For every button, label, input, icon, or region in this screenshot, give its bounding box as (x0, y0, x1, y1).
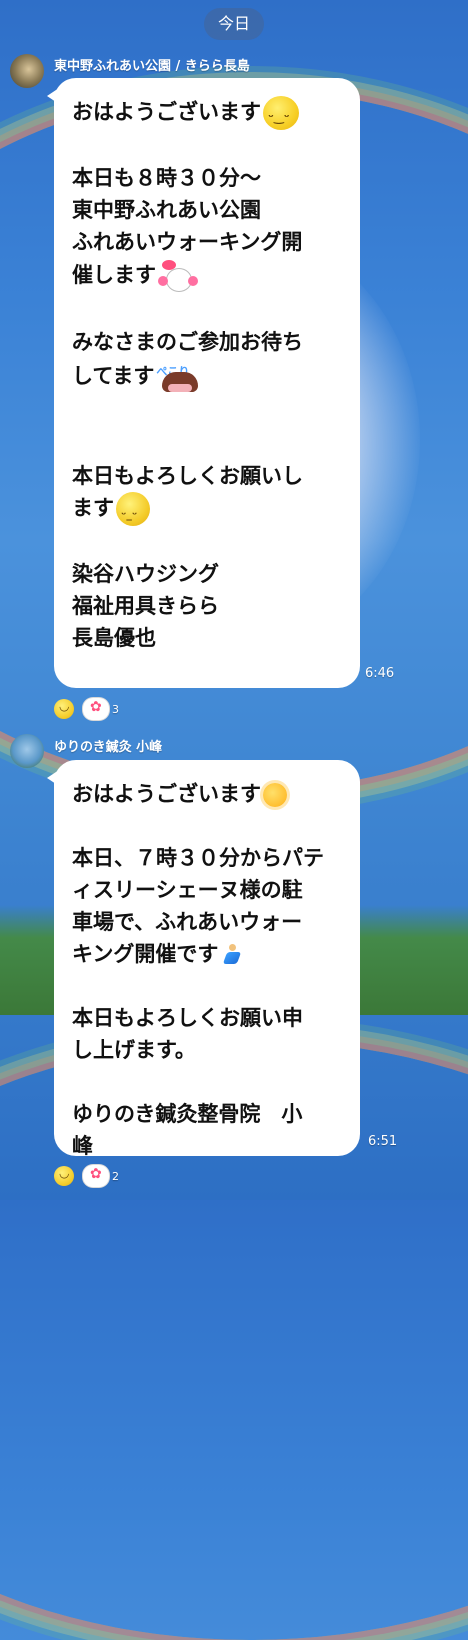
message-line (72, 810, 344, 842)
message-line: キング開催です (72, 938, 344, 970)
message-line: 染谷ハウジング (72, 562, 219, 586)
message-line: おはようございます (72, 778, 344, 810)
reaction-count: 3 (112, 702, 119, 716)
message-bubble[interactable]: おはようございます 本日、７時３０分からパテ ィスリーシェーヌ様の駐 車場で、ふ… (47, 760, 360, 1158)
message-line: 催します (72, 258, 344, 294)
message-line (72, 130, 344, 162)
message-line: 長島優也 (72, 626, 156, 650)
message-line: 福祉用具きらら (72, 594, 219, 618)
message-line: ゆりのき鍼灸整骨院 小 (72, 1102, 303, 1126)
cheer-reaction-icon[interactable] (82, 697, 110, 721)
sleepy-sticker-icon (116, 492, 150, 531)
sun-icon (263, 783, 287, 807)
message-line (72, 526, 344, 558)
smiley-reaction-icon[interactable] (54, 699, 74, 719)
date-divider: 今日 (204, 8, 264, 40)
reaction-bar[interactable]: 2 (54, 1164, 119, 1188)
message-line: 本日、７時３０分からパテ (72, 846, 324, 870)
message-line (72, 294, 344, 326)
message-line: し上げます。 (72, 1038, 196, 1062)
message-line: 車場で、ふれあいウォー (72, 910, 303, 934)
message-line (72, 428, 344, 460)
message-line: ます (72, 492, 344, 531)
message-line: ふれあいウォーキング開 (72, 230, 303, 254)
reaction-count: 2 (112, 1169, 119, 1183)
message-line (72, 396, 344, 428)
message-timestamp: 6:51 (368, 1134, 398, 1149)
smiley-reaction-icon[interactable] (54, 1166, 74, 1186)
message-line: ィスリーシェーヌ様の駐 (72, 878, 303, 902)
bowing-sticker-icon: ぺこり (156, 358, 204, 396)
sender-avatar[interactable] (10, 734, 44, 768)
sender-name[interactable]: 東中野ふれあい公園 / きらら長島 (54, 55, 250, 74)
reaction-bar[interactable]: 3 (54, 697, 119, 721)
cheer-sticker-icon (158, 258, 198, 294)
message-line: 東中野ふれあい公園 (72, 198, 261, 222)
sender-name[interactable]: ゆりのき鍼灸 小峰 (54, 736, 162, 755)
smiley-sticker-icon (263, 96, 299, 133)
message-line: みなさまのご参加お待ち (72, 330, 303, 354)
message-timestamp: 6:46 (365, 666, 395, 681)
message-line: 本日もよろしくお願いし (72, 464, 303, 488)
message-bubble[interactable]: おはようございます 本日も８時３０分〜 東中野ふれあい公園 ふれあいウォーキング… (47, 78, 360, 688)
message-line: 本日もよろしくお願い申 (72, 1006, 303, 1030)
message-line: 峰 (72, 1134, 93, 1158)
message-line (72, 970, 344, 1002)
message-line: してます ぺこり (72, 358, 344, 396)
sender-avatar[interactable] (10, 54, 44, 88)
message-line: 本日も８時３０分〜 (72, 166, 261, 190)
cheer-reaction-icon[interactable] (82, 1164, 110, 1188)
message-line (72, 1066, 344, 1098)
message-line: おはようございます (72, 96, 344, 133)
runner-icon (220, 943, 242, 967)
